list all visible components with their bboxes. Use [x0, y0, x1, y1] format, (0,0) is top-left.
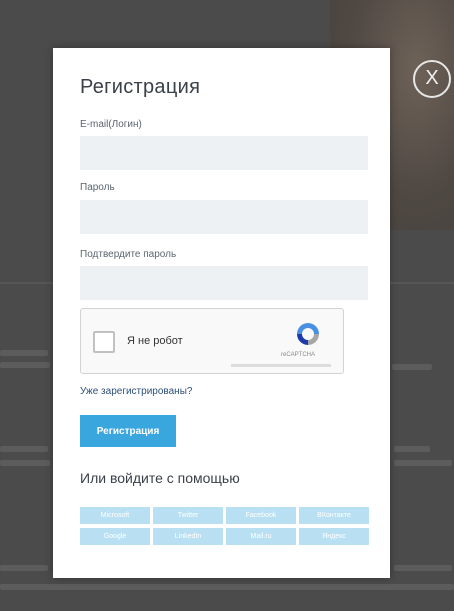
recaptcha-icon — [297, 323, 319, 345]
confirm-password-label: Подтвердите пароль — [80, 249, 177, 260]
social-login-buttons: Microsoft Twitter Facebook ВКонтакте Goo… — [80, 507, 370, 545]
background-text-line — [394, 460, 452, 466]
email-label: E-mail(Логин) — [80, 119, 142, 130]
email-field[interactable] — [80, 136, 368, 170]
background-text-line — [0, 584, 454, 590]
background-text-line — [392, 364, 432, 370]
social-button-mailru[interactable]: Mail.ru — [226, 528, 296, 545]
background-text-line — [394, 446, 430, 452]
social-button-twitter[interactable]: Twitter — [153, 507, 223, 524]
background-text-line — [0, 350, 48, 356]
captcha-checkbox[interactable] — [93, 331, 115, 353]
social-button-google[interactable]: Google — [80, 528, 150, 545]
registration-modal: Регистрация E-mail(Логин) Пароль Подтвер… — [53, 48, 390, 578]
recaptcha-widget: Я не робот reCAPTCHA — [80, 308, 344, 374]
modal-title: Регистрация — [80, 76, 201, 98]
captcha-terms-line — [231, 364, 331, 367]
social-button-vkontakte[interactable]: ВКонтакте — [299, 507, 369, 524]
password-field[interactable] — [80, 200, 368, 234]
social-button-facebook[interactable]: Facebook — [226, 507, 296, 524]
social-button-yandex[interactable]: Яндекс — [299, 528, 369, 545]
social-button-microsoft[interactable]: Microsoft — [80, 507, 150, 524]
background-text-line — [0, 446, 48, 452]
close-icon: X — [425, 67, 439, 89]
background-text-line — [0, 460, 50, 466]
social-login-title: Или войдите с помощью — [80, 470, 240, 486]
register-button[interactable]: Регистрация — [80, 415, 176, 447]
close-button[interactable]: X — [413, 60, 451, 98]
background-text-line — [0, 565, 48, 571]
social-button-linkedin[interactable]: LinkedIn — [153, 528, 223, 545]
captcha-brand: reCAPTCHA — [281, 352, 316, 358]
already-registered-link[interactable]: Уже зарегистрированы? — [80, 386, 192, 397]
confirm-password-field[interactable] — [80, 266, 368, 300]
background-text-line — [0, 362, 50, 368]
captcha-label: Я не робот — [127, 335, 183, 347]
background-text-line — [394, 565, 452, 571]
password-label: Пароль — [80, 182, 115, 193]
